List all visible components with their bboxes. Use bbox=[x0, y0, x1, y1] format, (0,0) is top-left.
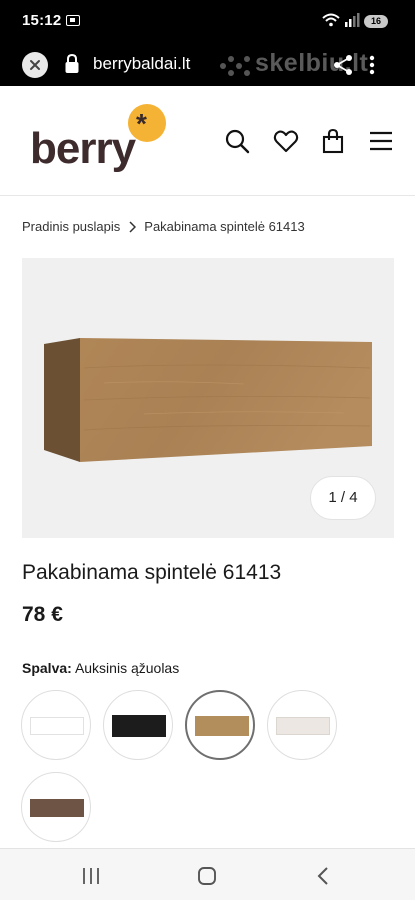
color-label: Spalva: bbox=[22, 660, 72, 676]
status-bar: 15:12 16 bbox=[0, 0, 415, 44]
product-image bbox=[44, 338, 372, 462]
color-selection-label: Spalva: Auksinis ąžuolas bbox=[22, 660, 179, 676]
more-icon[interactable] bbox=[368, 54, 376, 76]
shopping-bag-icon[interactable] bbox=[320, 128, 346, 154]
swatch-image bbox=[112, 715, 166, 737]
product-title: Pakabinama spintelė 61413 bbox=[22, 561, 282, 584]
breadcrumb-home-link[interactable]: Pradinis puslapis bbox=[22, 219, 120, 234]
product-price: 78 € bbox=[22, 603, 63, 626]
screen-record-icon bbox=[66, 15, 80, 26]
color-value: Auksinis ąžuolas bbox=[74, 660, 180, 676]
logo-asterisk: * bbox=[136, 108, 147, 139]
color-swatch-dark-oak[interactable] bbox=[21, 772, 91, 842]
system-navigation-bar bbox=[0, 848, 415, 900]
color-swatch-golden-oak[interactable] bbox=[185, 690, 255, 760]
signal-icon bbox=[345, 13, 360, 27]
wifi-icon bbox=[322, 13, 340, 27]
status-time: 15:12 bbox=[22, 12, 62, 29]
color-swatch-black[interactable] bbox=[103, 690, 173, 760]
battery-icon: 16 bbox=[364, 15, 388, 28]
menu-icon[interactable] bbox=[368, 128, 394, 154]
site-header: * berry bbox=[0, 86, 415, 196]
product-image-gallery[interactable]: 1 / 4 bbox=[22, 258, 394, 538]
close-icon bbox=[30, 60, 40, 70]
gallery-counter[interactable]: 1 / 4 bbox=[310, 476, 376, 520]
browser-url-bar: berrybaldai.lt skelbiu.lt bbox=[0, 44, 415, 86]
share-icon[interactable] bbox=[332, 54, 354, 76]
swatch-image bbox=[30, 799, 84, 817]
swatch-image bbox=[276, 717, 330, 735]
color-swatch-white[interactable] bbox=[21, 690, 91, 760]
chevron-right-icon bbox=[129, 220, 137, 233]
berry-logo[interactable]: * berry bbox=[30, 104, 170, 184]
swatch-image bbox=[195, 716, 249, 736]
heart-icon[interactable] bbox=[273, 128, 299, 154]
back-icon[interactable] bbox=[316, 866, 330, 886]
watermark-logo-icon bbox=[220, 56, 250, 76]
lock-icon bbox=[65, 53, 79, 73]
color-swatch-cashmere[interactable] bbox=[267, 690, 337, 760]
swatch-image bbox=[30, 717, 84, 735]
close-tab-button[interactable] bbox=[22, 52, 48, 78]
url-text[interactable]: berrybaldai.lt bbox=[93, 54, 190, 74]
search-icon[interactable] bbox=[224, 128, 250, 154]
breadcrumb-current: Pakabinama spintelė 61413 bbox=[144, 219, 305, 234]
breadcrumb: Pradinis puslapis Pakabinama spintelė 61… bbox=[22, 219, 305, 234]
logo-wordmark: berry bbox=[30, 124, 136, 173]
home-icon[interactable] bbox=[197, 866, 217, 886]
recent-apps-icon[interactable] bbox=[82, 867, 100, 885]
